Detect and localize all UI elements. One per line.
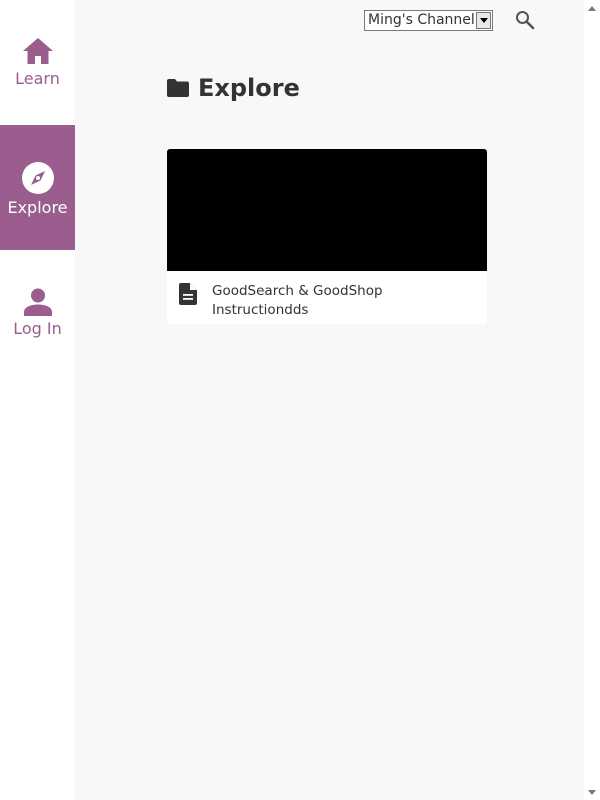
app-window: Learn Explore Log In Ming's Channel Expl… (0, 0, 600, 800)
scroll-up-arrow-icon[interactable] (584, 0, 600, 16)
search-icon (516, 11, 535, 30)
channel-select[interactable]: Ming's Channel (364, 10, 493, 31)
page-title: Explore (198, 74, 300, 102)
chevron-down-icon[interactable] (476, 12, 491, 29)
card-body: GoodSearch & GoodShop Instructiondds (167, 271, 487, 324)
search-button[interactable] (513, 8, 537, 32)
document-icon (179, 283, 197, 305)
main-content: Ming's Channel Explore GoodSearch & Good… (75, 0, 584, 800)
vertical-scrollbar[interactable] (584, 0, 600, 800)
home-icon (22, 38, 53, 64)
scroll-down-arrow-icon[interactable] (584, 784, 600, 800)
sidebar-item-learn[interactable]: Learn (0, 0, 75, 125)
sidebar-item-explore[interactable]: Explore (0, 125, 75, 250)
sidebar: Learn Explore Log In (0, 0, 75, 800)
card-title[interactable]: GoodSearch & GoodShop Instructiondds (212, 282, 472, 320)
compass-icon (21, 162, 54, 194)
person-icon (23, 288, 52, 316)
sidebar-item-label: Learn (15, 69, 60, 88)
folder-icon (167, 79, 189, 97)
sidebar-item-label: Explore (7, 198, 68, 217)
content-card[interactable]: GoodSearch & GoodShop Instructiondds (167, 149, 487, 324)
card-thumbnail[interactable] (167, 149, 487, 271)
sidebar-item-login[interactable]: Log In (0, 250, 75, 375)
channel-select-value: Ming's Channel (368, 12, 475, 28)
page-header: Explore (167, 72, 300, 104)
sidebar-item-label: Log In (13, 319, 62, 338)
